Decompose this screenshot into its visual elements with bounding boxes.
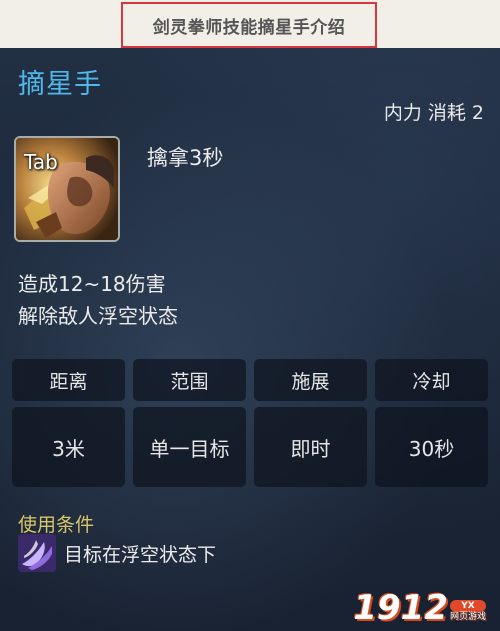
watermark-badge: YX	[449, 600, 486, 612]
condition-text: 目标在浮空状态下	[64, 544, 217, 566]
condition-title: 使用条件	[18, 514, 95, 536]
stat-header-distance: 距离	[12, 359, 125, 401]
skill-icon[interactable]: Tab	[14, 136, 120, 242]
caption-text: 剑灵拳师技能摘星手介绍	[152, 17, 346, 38]
caption-box: 剑灵拳师技能摘星手介绍	[121, 2, 377, 48]
stat-header-cooldown: 冷却	[375, 359, 488, 401]
effect-line: 解除敌人浮空状态	[18, 304, 178, 328]
skill-cost: 内力 消耗 2	[383, 102, 484, 124]
site-watermark: 1912 YX 网页游戏	[353, 591, 486, 625]
key-label: Tab	[24, 150, 58, 174]
stat-header-range: 范围	[133, 359, 246, 401]
stat-header-cast: 施展	[254, 359, 367, 401]
watermark-number: 1912	[353, 588, 448, 628]
caption-banner: 剑灵拳师技能摘星手介绍	[0, 0, 500, 48]
watermark-side: YX 网页游戏	[449, 600, 486, 623]
stat-value-cast: 即时	[254, 407, 367, 487]
skill-name: 摘星手	[18, 69, 102, 100]
cast-line: 擒拿3秒	[147, 146, 224, 170]
stat-value-cooldown: 30秒	[375, 407, 488, 487]
airborne-status-icon	[18, 534, 56, 572]
stat-value-range: 单一目标	[133, 407, 246, 487]
effect-line: 造成12~18伤害	[18, 272, 166, 296]
skill-tooltip: 摘星手 内力 消耗 2 Tab 擒拿3秒 造成12~18伤害 解除敌人浮空状态 …	[0, 48, 500, 631]
page: 剑灵拳师技能摘星手介绍 摘星手 内力 消耗 2 Tab 擒拿3秒 造成12~18…	[0, 0, 500, 631]
stat-value-distance: 3米	[12, 407, 125, 487]
watermark-subtitle: 网页游戏	[449, 612, 486, 622]
stat-grid: 距离 范围 施展 冷却 3米 单一目标 即时 30秒	[12, 359, 490, 489]
